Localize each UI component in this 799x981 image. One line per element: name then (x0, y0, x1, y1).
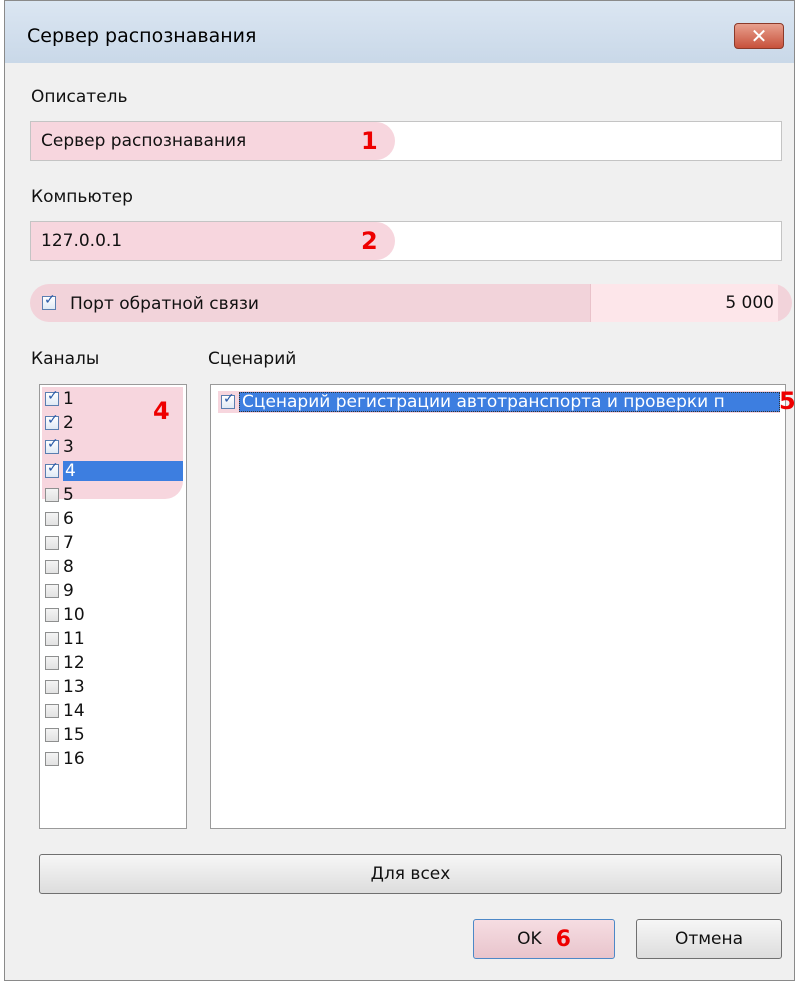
cancel-button[interactable]: Отмена (636, 919, 782, 959)
channel-label: 9 (63, 581, 74, 601)
channel-label: 10 (63, 605, 85, 625)
channel-label: 11 (63, 629, 85, 649)
channel-label: 7 (63, 533, 74, 553)
channel-item[interactable]: 14 (43, 699, 183, 723)
channel-checkbox[interactable] (45, 584, 59, 598)
channel-item[interactable]: 1 (43, 387, 183, 411)
channel-checkbox[interactable] (45, 560, 59, 574)
for-all-button[interactable]: Для всех (39, 854, 782, 894)
channel-checkbox[interactable] (45, 412, 59, 430)
channel-item[interactable]: 2 (43, 411, 183, 435)
marker-6: 6 (555, 926, 571, 952)
marker-1: 1 (361, 127, 378, 155)
scenario-label: Сценарий (208, 349, 297, 369)
ok-button-label: OK (517, 929, 542, 949)
channel-label: 14 (63, 701, 85, 721)
channel-checkbox[interactable] (45, 488, 59, 502)
channel-label: 12 (63, 653, 85, 673)
channel-checkbox[interactable] (45, 536, 59, 550)
scenario-item-label: Сценарий регистрации автотранспорта и пр… (239, 392, 780, 412)
close-icon: ✕ (750, 24, 768, 48)
channel-item[interactable]: 5 (43, 483, 183, 507)
channels-label: Каналы (31, 349, 100, 369)
channel-label: 3 (63, 437, 74, 457)
channel-label: 4 (63, 461, 183, 481)
channel-checkbox[interactable] (45, 460, 59, 478)
callback-port-label: Порт обратной связи (70, 294, 259, 314)
computer-value: 127.0.0.1 (31, 222, 395, 260)
callback-port-checkbox[interactable] (42, 292, 56, 310)
channel-checkbox[interactable] (45, 680, 59, 694)
computer-input[interactable]: 127.0.0.1 2 (30, 221, 782, 261)
channel-checkbox[interactable] (45, 388, 59, 406)
channel-label: 6 (63, 509, 74, 529)
channel-checkbox[interactable] (45, 632, 59, 646)
title-bar[interactable]: Сервер распознавания ✕ (5, 1, 794, 63)
channel-item[interactable]: 8 (43, 555, 183, 579)
channel-label: 2 (63, 413, 74, 433)
channel-item[interactable]: 4 (43, 459, 183, 483)
channel-checkbox[interactable] (45, 512, 59, 526)
channel-label: 16 (63, 749, 85, 769)
channel-item[interactable]: 11 (43, 627, 183, 651)
channel-item[interactable]: 10 (43, 603, 183, 627)
channel-checkbox[interactable] (45, 436, 59, 454)
channel-checkbox[interactable] (45, 728, 59, 742)
channel-item[interactable]: 3 (43, 435, 183, 459)
callback-port-row: Порт обратной связи 3 5 000 (30, 284, 792, 322)
channel-label: 1 (63, 389, 74, 409)
descriptor-input[interactable]: Сервер распознавания 1 (30, 121, 782, 161)
channel-label: 5 (63, 485, 74, 505)
channel-label: 8 (63, 557, 74, 577)
dialog-window: Сервер распознавания ✕ Описатель Сервер … (4, 0, 796, 981)
channel-item[interactable]: 13 (43, 675, 183, 699)
channel-checkbox[interactable] (45, 656, 59, 670)
ok-button[interactable]: OK 6 (473, 919, 615, 959)
descriptor-value: Сервер распознавания (31, 122, 395, 160)
window-title: Сервер распознавания (27, 25, 257, 47)
marker-2: 2 (361, 227, 378, 255)
channel-item[interactable]: 15 (43, 723, 183, 747)
descriptor-label: Описатель (31, 87, 128, 107)
channel-checkbox[interactable] (45, 752, 59, 766)
computer-label: Компьютер (31, 187, 133, 207)
marker-5: 5 (779, 387, 796, 415)
channel-item[interactable]: 9 (43, 579, 183, 603)
callback-port-input[interactable]: 5 000 (590, 284, 778, 322)
channel-item[interactable]: 12 (43, 651, 183, 675)
scenario-item[interactable]: Сценарий регистрации автотранспорта и пр… (218, 391, 780, 413)
channel-checkbox[interactable] (45, 704, 59, 718)
close-button[interactable]: ✕ (734, 23, 784, 49)
channels-list[interactable]: 4 12345678910111213141516 (39, 384, 187, 829)
scenario-checkbox[interactable] (221, 391, 235, 409)
scenario-list[interactable]: Сценарий регистрации автотранспорта и пр… (210, 384, 786, 829)
channel-label: 13 (63, 677, 85, 697)
channel-label: 15 (63, 725, 85, 745)
channel-item[interactable]: 6 (43, 507, 183, 531)
channel-item[interactable]: 16 (43, 747, 183, 771)
channel-checkbox[interactable] (45, 608, 59, 622)
channel-item[interactable]: 7 (43, 531, 183, 555)
